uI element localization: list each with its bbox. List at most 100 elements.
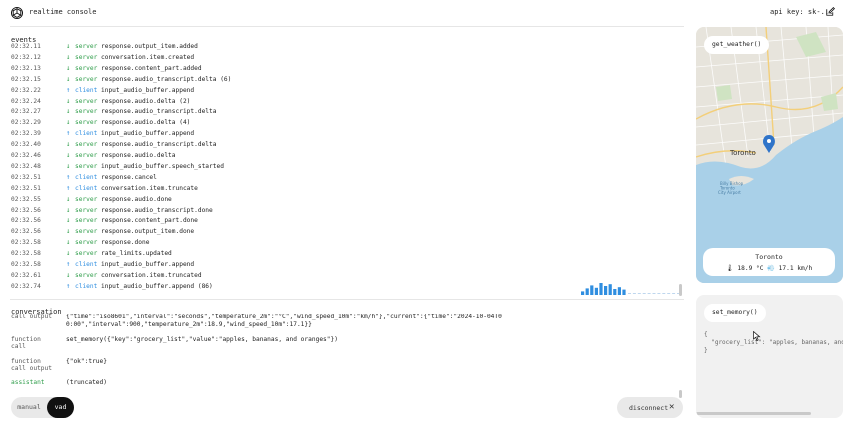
event-type: response.audio_transcript.delta	[101, 141, 217, 149]
weather-card: Toronto 🌡 18.9 °C 💨 17.1 km/h	[703, 248, 835, 276]
arrow-down-icon: ↓	[66, 227, 71, 236]
arrow-down-icon: ↓	[66, 140, 71, 149]
audio-level-bar	[617, 287, 621, 295]
conversation-item: call output {"time":"iso8601","interval"…	[11, 314, 681, 334]
event-source: server	[75, 43, 98, 50]
event-row[interactable]: 02:32.27 ↓ server response.audio_transcript…	[0, 107, 684, 117]
event-row[interactable]: 02:32.55 ↓ server response.audio.done	[0, 195, 684, 205]
audio-level-bar	[604, 286, 608, 295]
close-icon: ✕	[669, 402, 675, 412]
event-time: 02:32.58	[11, 239, 41, 247]
event-type: response.output_item.done	[101, 228, 195, 236]
conversation-item: function call set_memory({"key":"grocery…	[11, 336, 681, 350]
event-time: 02:32.55	[11, 195, 41, 203]
arrow-up-icon: ↑	[66, 281, 71, 290]
event-time: 02:32.11	[11, 43, 41, 50]
app-title: realtime console	[29, 8, 97, 16]
memory-panel: set_memory() { "grocery_list": "apples, …	[696, 295, 843, 418]
event-row[interactable]: 02:32.58 ↑ client input_audio_buffer.append	[0, 260, 684, 270]
event-row[interactable]: 02:32.39 ↑ client input_audio_buffer.append	[0, 129, 684, 139]
event-type: response.content_part.done	[101, 217, 198, 225]
audio-level-bar	[622, 289, 626, 295]
event-source: client	[75, 86, 98, 94]
weather-panel: Toronto Billy Bishop Toronto City Airport …	[696, 27, 843, 283]
event-time: 02:32.13	[11, 64, 41, 72]
memory-scrollbar[interactable]	[696, 412, 811, 415]
event-time: 02:32.46	[11, 152, 41, 159]
event-row[interactable]: 02:32.11 ↓ server response.output_item.adde…	[0, 42, 684, 52]
event-time: 02:32.58	[11, 250, 41, 258]
event-time: 02:32.56	[11, 206, 41, 214]
event-row[interactable]: 02:32.29 ↓ server response.audio.delta (4)	[0, 118, 684, 128]
audio-level-bar	[581, 291, 585, 295]
event-source: server	[75, 97, 98, 105]
event-type: response.audio.delta (2)	[101, 97, 191, 105]
event-source: server	[75, 228, 98, 236]
event-row[interactable]: 02:32.15 ↓ server response.audio_transcript…	[0, 75, 684, 85]
event-source: server	[75, 239, 98, 247]
edit-icon[interactable]	[826, 7, 835, 16]
conversation-scrollbar[interactable]	[679, 390, 682, 398]
mode-vad-button[interactable]: vad	[47, 397, 74, 418]
arrow-down-icon: ↓	[66, 205, 71, 214]
event-source: server	[75, 141, 98, 149]
event-type: conversation.item.truncate	[101, 184, 198, 192]
event-row[interactable]: 02:32.46 ↓ server response.audio.delta	[0, 151, 684, 161]
arrow-up-icon: ↑	[66, 85, 71, 94]
event-source: server	[75, 162, 98, 170]
event-row[interactable]: 02:32.12 ↓ server conversation.item.created	[0, 53, 684, 63]
event-row[interactable]: 02:32.56 ↓ server response.audio_transcript…	[0, 206, 684, 216]
conversation-panel: conversation call output {"time":"iso860…	[0, 306, 684, 398]
audio-level-bar	[613, 289, 617, 295]
arrow-down-icon: ↓	[66, 270, 71, 279]
event-type: response.audio.done	[101, 195, 172, 203]
event-source: server	[75, 152, 98, 159]
event-time: 02:32.56	[11, 217, 41, 225]
audio-level-bar	[608, 284, 612, 295]
event-time: 02:32.39	[11, 130, 41, 138]
event-time: 02:32.12	[11, 53, 41, 61]
arrow-down-icon: ↓	[66, 194, 71, 203]
event-type: response.audio_transcript.delta	[101, 108, 217, 116]
event-type: input_audio_buffer.append	[101, 261, 195, 268]
event-time: 02:32.56	[11, 228, 41, 236]
conversation-content: (truncated)	[66, 379, 107, 386]
events-panel: events 02:32.11 ↓ server response.output_it…	[0, 30, 684, 298]
event-row[interactable]: 02:32.56 ↓ server response.output_item.done	[0, 227, 684, 237]
event-row[interactable]: 02:32.48 ↓ server input_audio_buffer.speech…	[0, 162, 684, 172]
arrow-down-icon: ↓	[66, 161, 71, 170]
conversation-role: function call	[11, 336, 41, 350]
event-row[interactable]: 02:32.51 ↑ client conversation.item.truncat…	[0, 184, 684, 194]
conversation-role: function call output	[11, 358, 52, 372]
event-type: input_audio_buffer.append	[101, 130, 195, 138]
event-row[interactable]: 02:32.58 ↓ server rate_limits.updated	[0, 249, 684, 259]
event-row[interactable]: 02:32.58 ↓ server response.done	[0, 238, 684, 248]
conversation-role: call output	[11, 314, 52, 320]
arrow-down-icon: ↓	[66, 151, 71, 159]
weather-readout: 🌡 18.9 °C 💨 17.1 km/h	[725, 265, 813, 272]
event-row[interactable]: 02:32.56 ↓ server response.content_part.don…	[0, 216, 684, 226]
event-source: server	[75, 250, 98, 258]
event-type: response.audio_transcript.done	[101, 206, 213, 214]
event-row[interactable]: 02:32.40 ↓ server response.audio_transcript…	[0, 140, 684, 150]
set-memory-function-label: set_memory()	[704, 304, 766, 322]
disconnect-button[interactable]: disconnect ✕	[617, 397, 683, 418]
event-row[interactable]: 02:32.13 ↓ server response.content_part.add…	[0, 64, 684, 74]
event-time: 02:32.48	[11, 162, 41, 170]
event-type: input_audio_buffer.append	[101, 86, 195, 94]
audio-level-bar	[585, 288, 589, 295]
header-divider	[10, 26, 684, 27]
conversation-content: {"time":"iso8601","interval":"seconds","…	[66, 314, 502, 328]
event-row[interactable]: 02:32.22 ↑ client input_audio_buffer.append	[0, 86, 684, 96]
audio-level-bar	[590, 285, 594, 295]
event-row[interactable]: 02:32.24 ↓ server response.audio.delta (2)	[0, 97, 684, 107]
conversation-content: {"ok":true}	[66, 358, 107, 365]
event-type: input_audio_buffer.append (86)	[101, 282, 213, 290]
event-row[interactable]: 02:32.61 ↓ server conversation.item.truncat…	[0, 271, 684, 281]
event-row[interactable]: 02:32.51 ↑ client response.cancel	[0, 173, 684, 183]
mode-manual-button[interactable]: manual	[11, 397, 47, 418]
get-weather-function-label: get_weather()	[704, 36, 770, 54]
toronto-map[interactable]: Toronto Billy Bishop Toronto City Airport	[696, 27, 843, 283]
arrow-down-icon: ↓	[66, 216, 71, 225]
events-scrollbar[interactable]	[679, 284, 682, 296]
